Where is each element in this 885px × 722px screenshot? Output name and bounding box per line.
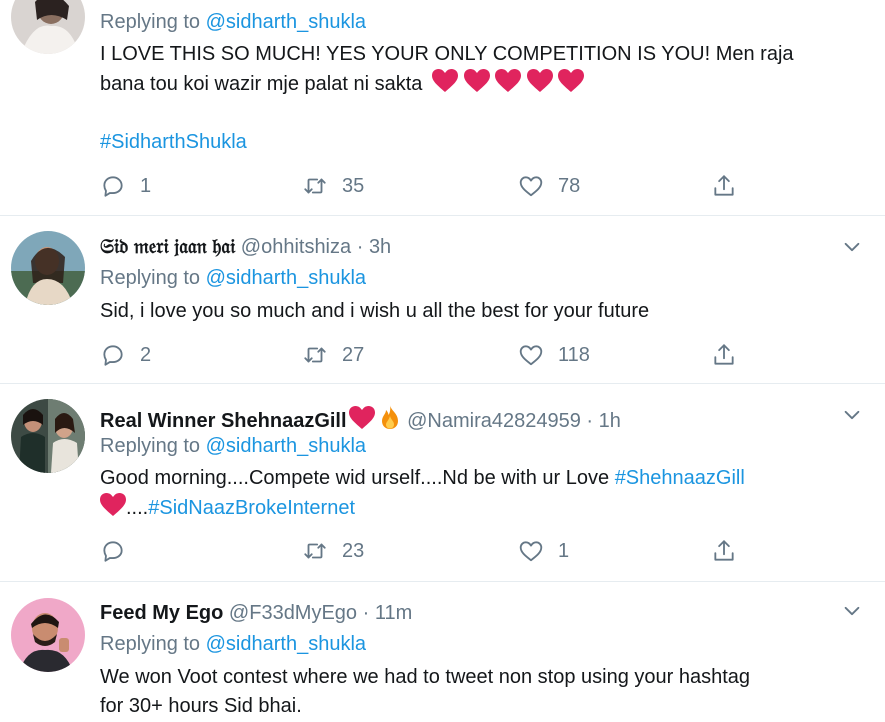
tweet-actions: 23 1	[100, 538, 760, 564]
share-button[interactable]	[711, 173, 737, 199]
tweet-actions: 2 27 118	[100, 342, 760, 368]
reply-icon	[103, 345, 123, 366]
like-icon	[519, 541, 543, 562]
user-handle[interactable]: @Namira42824959	[407, 410, 581, 432]
mention-link[interactable]: @sidharth_shukla	[206, 633, 366, 655]
reply-button[interactable]: 1	[100, 173, 151, 199]
tweet-actions: 1 35 78	[100, 173, 760, 199]
retweet-icon	[304, 347, 326, 363]
tweet-text-line: Good morning....Compete wid urself....Nd…	[100, 464, 860, 493]
tweet-header: 𝔖𝔦𝔡 𝔪𝔢𝔯𝔦 𝔧𝔞𝔞𝔫 𝔥𝔞𝔦 @ohhitshiza · 3h	[100, 236, 391, 259]
retweet-count: 27	[342, 343, 365, 366]
share-icon	[714, 540, 734, 561]
tweet-2[interactable]: 𝔖𝔦𝔡 𝔪𝔢𝔯𝔦 𝔧𝔞𝔞𝔫 𝔥𝔞𝔦 @ohhitshiza · 3h Reply…	[0, 216, 885, 384]
like-icon	[519, 176, 543, 197]
tweet-4[interactable]: Feed My Ego @F33dMyEgo · 11m Replying to…	[0, 582, 885, 722]
separator-dot: ·	[362, 602, 370, 624]
tweet-text-segment: Good morning....Compete wid urself....Nd…	[100, 467, 615, 489]
avatar[interactable]	[11, 399, 85, 473]
like-button[interactable]: 1	[518, 538, 569, 564]
replying-to: Replying to @sidharth_shukla	[100, 11, 366, 34]
retweet-button[interactable]: 27	[302, 342, 364, 368]
separator-dot: ·	[586, 410, 594, 432]
replying-prefix: Replying to	[100, 633, 206, 655]
separator-dot: ·	[356, 236, 364, 258]
avatar[interactable]	[11, 598, 85, 672]
replying-prefix: Replying to	[100, 435, 206, 457]
reply-count: 1	[140, 174, 152, 197]
tweet-text-segment: ....	[126, 497, 149, 519]
hashtag-link[interactable]: #ShehnaazGill	[615, 467, 745, 489]
red-heart-emoji	[348, 406, 375, 432]
tweet-text-line: We won Voot contest where we had to twee…	[100, 666, 751, 688]
tweet-text-line: ....#SidNaazBrokeInternet	[100, 493, 860, 523]
hashtag-link[interactable]: #SidharthShukla	[100, 128, 860, 157]
retweet-button[interactable]: 23	[302, 538, 364, 564]
chevron-down-icon[interactable]	[841, 600, 863, 622]
timestamp[interactable]: 11m	[375, 602, 412, 624]
replying-to: Replying to @sidharth_shukla	[100, 267, 366, 290]
like-count: 1	[558, 539, 570, 562]
share-button[interactable]	[711, 342, 737, 368]
retweet-icon	[304, 543, 326, 559]
timestamp[interactable]: 3h	[369, 236, 391, 258]
reply-count: 2	[140, 343, 152, 366]
reply-button[interactable]: 2	[100, 342, 151, 368]
timestamp[interactable]: 1h	[599, 410, 621, 432]
user-handle[interactable]: @F33dMyEgo	[229, 602, 357, 624]
reply-icon	[103, 541, 123, 562]
avatar[interactable]	[11, 0, 85, 54]
reply-icon	[103, 176, 123, 197]
tweet-text-line: bana tou koi wazir mje palat ni sakta	[100, 69, 860, 99]
hashtag-link[interactable]: #SidNaazBrokeInternet	[148, 497, 355, 519]
tweet-text-segment: bana tou koi wazir mje palat ni sakta	[100, 73, 423, 95]
tweet-text: I LOVE THIS SO MUCH! YES YOUR ONLY COMPE…	[100, 40, 860, 157]
reply-button[interactable]	[100, 538, 140, 564]
replying-prefix: Replying to	[100, 267, 206, 289]
retweet-count: 35	[342, 174, 365, 197]
tweet-3[interactable]: Real Winner ShehnaazGill @Namira42824959…	[0, 384, 885, 582]
share-icon	[714, 175, 734, 196]
replying-to: Replying to @sidharth_shukla	[100, 633, 366, 656]
retweet-count: 23	[342, 539, 365, 562]
tweet-text: Good morning....Compete wid urself....Nd…	[100, 464, 860, 523]
tweet-text: Sid, i love you so much and i wish u all…	[100, 300, 650, 322]
red-heart-emoji	[431, 69, 585, 95]
like-button[interactable]: 118	[518, 342, 590, 368]
tweet-header: Real Winner ShehnaazGill @Namira42824959…	[100, 404, 621, 433]
mention-link[interactable]: @sidharth_shukla	[206, 435, 366, 457]
tweet-text: We won Voot contest where we had to twee…	[100, 663, 860, 721]
avatar[interactable]	[11, 231, 85, 305]
tweet-header: Feed My Ego @F33dMyEgo · 11m	[100, 602, 412, 625]
share-button[interactable]	[711, 538, 737, 564]
mention-link[interactable]: @sidharth_shukla	[206, 11, 366, 33]
retweet-button[interactable]: 35	[302, 173, 364, 199]
chevron-down-icon[interactable]	[841, 404, 863, 426]
red-heart-emoji	[100, 493, 126, 519]
tweet-text-line: for 30+ hours Sid bhai.	[100, 695, 302, 717]
like-button[interactable]: 78	[518, 173, 580, 199]
retweet-icon	[304, 178, 326, 194]
like-icon	[519, 345, 543, 366]
replying-to: Replying to @sidharth_shukla	[100, 435, 366, 458]
tweet-text-line: I LOVE THIS SO MUCH! YES YOUR ONLY COMPE…	[100, 43, 794, 65]
like-count: 78	[558, 174, 581, 197]
like-count: 118	[558, 343, 590, 366]
share-icon	[714, 344, 734, 365]
user-handle[interactable]: @ohhitshiza	[241, 236, 351, 258]
fire-emoji	[378, 405, 402, 432]
display-name[interactable]: 𝔖𝔦𝔡 𝔪𝔢𝔯𝔦 𝔧𝔞𝔞𝔫 𝔥𝔞𝔦	[100, 236, 235, 258]
chevron-down-icon[interactable]	[841, 236, 863, 258]
tweet-1[interactable]: Replying to @sidharth_shukla I LOVE THIS…	[0, 0, 885, 216]
display-name[interactable]: Feed My Ego	[100, 602, 223, 624]
display-name[interactable]: Real Winner ShehnaazGill	[100, 410, 347, 432]
mention-link[interactable]: @sidharth_shukla	[206, 267, 366, 289]
replying-prefix: Replying to	[100, 11, 206, 33]
